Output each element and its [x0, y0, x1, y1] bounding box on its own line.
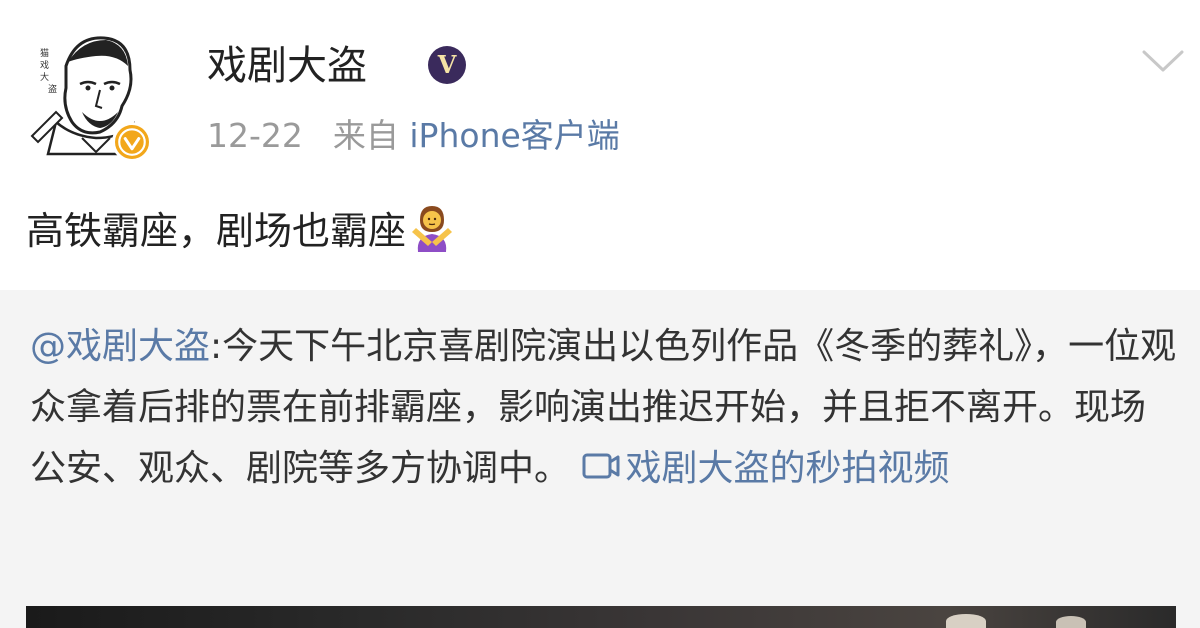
repost-text: @戏剧大盗:今天下午北京喜剧院演出以色列作品《冬季的葬礼》，一位观众拿着后排的票… [30, 316, 1180, 499]
username[interactable]: 戏剧大盗 [207, 42, 367, 90]
verified-badge-icon [112, 122, 152, 162]
source-prefix: 来自 [332, 116, 399, 155]
mention-link[interactable]: @戏剧大盗 [30, 326, 210, 367]
member-badge-icon[interactable]: V [428, 46, 466, 84]
post-meta: 12-22 来自 iPhone客户端 [207, 116, 620, 156]
chevron-down-icon[interactable] [1138, 46, 1188, 78]
svg-text:戏: 戏 [40, 59, 49, 71]
stage-light [946, 614, 986, 628]
post-date: 12-22 [207, 116, 303, 155]
svg-text:猫: 猫 [40, 47, 49, 59]
video-link[interactable]: 戏剧大盗的秒拍视频 [581, 448, 949, 489]
video-link-label: 戏剧大盗的秒拍视频 [625, 448, 950, 489]
stage-light [1056, 616, 1086, 628]
post-text: 高铁霸座，剧场也霸座 [26, 209, 407, 253]
svg-text:大: 大 [40, 71, 49, 83]
repost-card[interactable]: @戏剧大盗:今天下午北京喜剧院演出以色列作品《冬季的葬礼》，一位观众拿着后排的票… [0, 290, 1200, 628]
source-client-link[interactable]: iPhone客户端 [409, 116, 619, 155]
person-gesturing-no-emoji [408, 204, 456, 252]
video-thumbnail[interactable] [26, 606, 1176, 628]
post-body: 高铁霸座，剧场也霸座 [26, 204, 456, 256]
video-icon [581, 450, 621, 484]
svg-text:盗: 盗 [48, 83, 57, 95]
